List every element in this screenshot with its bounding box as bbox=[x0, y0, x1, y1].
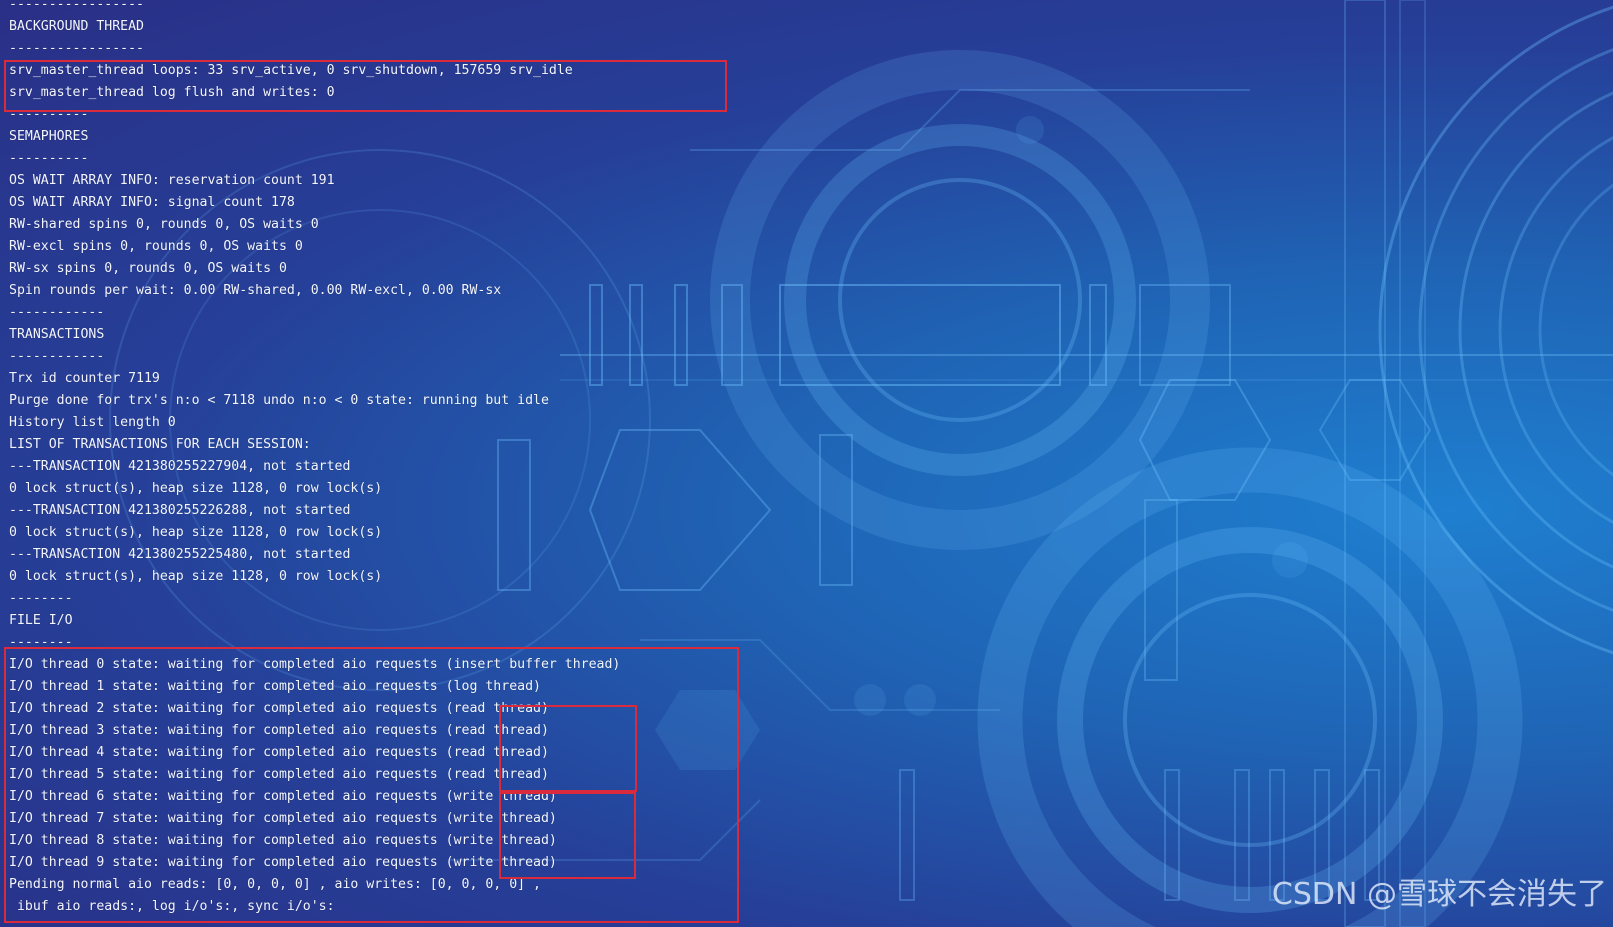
output-line: ---TRANSACTION 421380255227904, not star… bbox=[9, 459, 351, 474]
output-line: ------------ bbox=[9, 349, 105, 364]
write-thread-highlight bbox=[499, 792, 636, 879]
output-line: RW-excl spins 0, rounds 0, OS waits 0 bbox=[9, 239, 303, 254]
output-line: -------- bbox=[9, 591, 73, 606]
output-line: TRANSACTIONS bbox=[9, 327, 105, 342]
output-line: RW-shared spins 0, rounds 0, OS waits 0 bbox=[9, 217, 319, 232]
output-line: FILE I/O bbox=[9, 613, 73, 628]
output-line: 0 lock struct(s), heap size 1128, 0 row … bbox=[9, 569, 383, 584]
output-line: OS WAIT ARRAY INFO: signal count 178 bbox=[9, 195, 295, 210]
output-line: ----------------- bbox=[9, 41, 144, 56]
csdn-watermark: CSDN @雪球不会消失了 bbox=[1271, 877, 1607, 912]
output-line: SEMAPHORES bbox=[9, 129, 89, 144]
background-thread-highlight bbox=[4, 60, 727, 112]
read-thread-highlight bbox=[499, 705, 637, 792]
output-line: ---------- bbox=[9, 151, 89, 166]
output-line: ---TRANSACTION 421380255225480, not star… bbox=[9, 547, 351, 562]
output-line: BACKGROUND THREAD bbox=[9, 19, 144, 34]
output-line: 0 lock struct(s), heap size 1128, 0 row … bbox=[9, 525, 383, 540]
output-line: OS WAIT ARRAY INFO: reservation count 19… bbox=[9, 173, 335, 188]
output-line: History list length 0 bbox=[9, 415, 176, 430]
output-line: Trx id counter 7119 bbox=[9, 371, 160, 386]
output-line: Purge done for trx's n:o < 7118 undo n:o… bbox=[9, 393, 549, 408]
output-line: 0 lock struct(s), heap size 1128, 0 row … bbox=[9, 481, 383, 496]
output-line: RW-sx spins 0, rounds 0, OS waits 0 bbox=[9, 261, 287, 276]
output-line: Spin rounds per wait: 0.00 RW-shared, 0.… bbox=[9, 283, 502, 298]
output-line: ------------ bbox=[9, 305, 105, 320]
output-line: ---TRANSACTION 421380255226288, not star… bbox=[9, 503, 351, 518]
output-line: LIST OF TRANSACTIONS FOR EACH SESSION: bbox=[9, 437, 311, 452]
output-line: ----------------- bbox=[9, 0, 144, 12]
